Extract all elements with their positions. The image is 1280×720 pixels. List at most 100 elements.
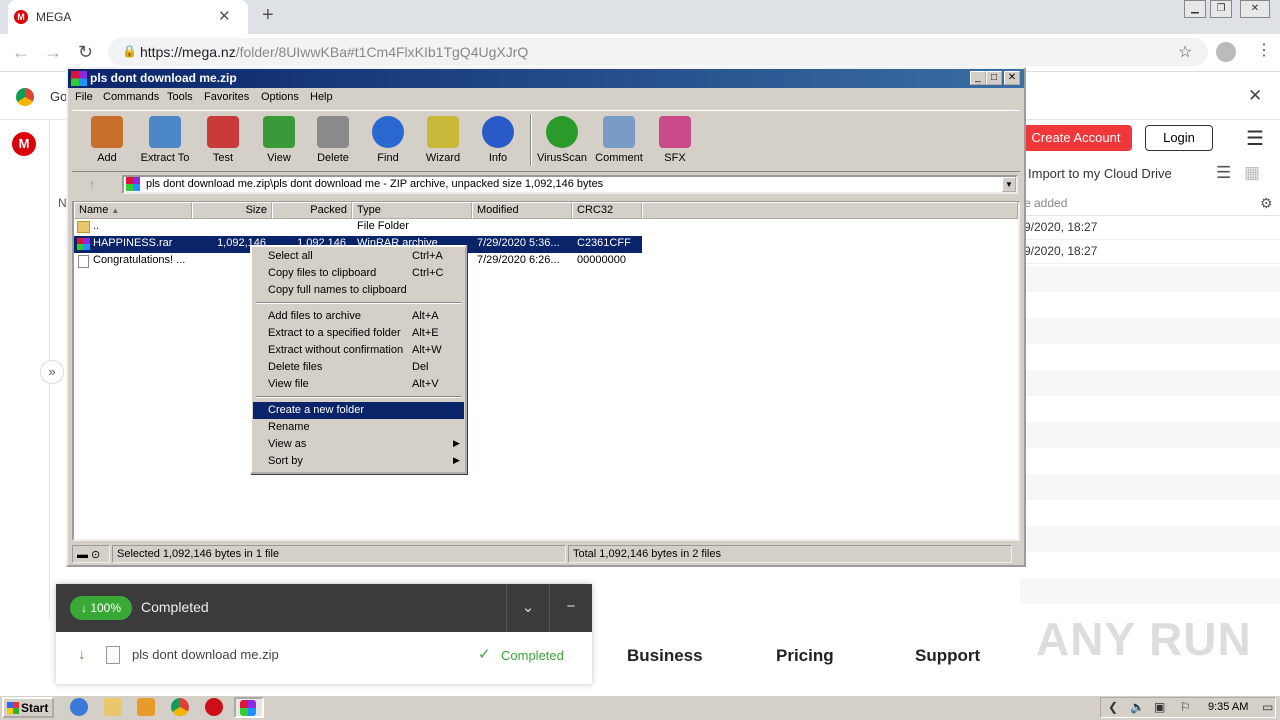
- kebab-menu-icon[interactable]: ⋮: [1256, 40, 1272, 60]
- empty-row: [1020, 526, 1280, 552]
- menu-commands[interactable]: Commands: [103, 91, 159, 103]
- winrar-icon: [240, 700, 256, 716]
- tool-wizard-button[interactable]: Wizard: [412, 112, 474, 170]
- tool-comment-button[interactable]: Comment: [588, 112, 650, 170]
- window-restore-button[interactable]: ❐: [1210, 0, 1232, 18]
- back-arrow-icon[interactable]: ←: [12, 42, 30, 63]
- mega-tab-icon: M: [14, 10, 28, 24]
- profile-avatar[interactable]: [1216, 42, 1236, 62]
- start-button[interactable]: Start: [2, 697, 54, 718]
- login-button[interactable]: Login: [1145, 125, 1213, 151]
- tool-delete-button[interactable]: Delete: [302, 112, 364, 170]
- test-checklist-icon: [207, 116, 239, 148]
- drive-icons[interactable]: ▬ ⊙: [72, 545, 110, 563]
- volume-icon[interactable]: 🔈: [1130, 700, 1145, 714]
- import-to-cloud-drive-button[interactable]: Import to my Cloud Drive: [1028, 166, 1172, 181]
- window-minimize-button[interactable]: ▁: [1184, 0, 1206, 18]
- tab-close-icon[interactable]: ✕: [218, 7, 231, 25]
- winrar-minimize-button[interactable]: _: [970, 71, 986, 85]
- menu-options[interactable]: Options: [261, 91, 299, 103]
- column-header-type[interactable]: Type: [352, 202, 472, 219]
- lock-icon[interactable]: 🔒: [122, 44, 137, 58]
- create-account-button[interactable]: Create Account: [1020, 125, 1132, 151]
- tool-info-button[interactable]: Info: [467, 112, 529, 170]
- menu-item-view-file[interactable]: View file Alt+V: [253, 376, 464, 393]
- empty-row: [1020, 474, 1280, 500]
- dropdown-arrow-icon[interactable]: ▼: [1002, 177, 1016, 192]
- network-icon[interactable]: ▣: [1154, 700, 1165, 714]
- status-selected: Selected 1,092,146 bytes in 1 file: [112, 545, 566, 563]
- menu-item-create-folder[interactable]: Create a new folder: [253, 402, 464, 419]
- menu-item-sort-by[interactable]: Sort by ▶: [253, 453, 464, 470]
- menu-item-copy-names[interactable]: Copy full names to clipboard: [253, 282, 464, 299]
- gear-icon[interactable]: ⚙: [1260, 195, 1273, 212]
- list-view-icon[interactable]: ☰: [1216, 163, 1231, 183]
- chrome-icon[interactable]: [171, 698, 189, 716]
- winrar-close-button[interactable]: ✕: [1004, 71, 1020, 85]
- footer-link-support[interactable]: Support: [915, 646, 980, 666]
- footer-link-business[interactable]: Business: [627, 646, 703, 666]
- menu-item-add-files[interactable]: Add files to archive Alt+A: [253, 308, 464, 325]
- file-crc: C2361CFF: [577, 237, 631, 249]
- flag-icon[interactable]: ⚐: [1180, 700, 1191, 714]
- menu-item-delete-files[interactable]: Delete files Del: [253, 359, 464, 376]
- clock[interactable]: 9:35 AM: [1208, 701, 1248, 713]
- column-header-name[interactable]: Name ▲: [74, 202, 192, 219]
- tab-title: MEGA: [36, 10, 72, 24]
- menu-favorites[interactable]: Favorites: [204, 91, 249, 103]
- new-tab-icon[interactable]: +: [262, 4, 274, 27]
- column-header-packed[interactable]: Packed: [272, 202, 352, 219]
- grid-view-icon[interactable]: ▦: [1244, 163, 1260, 183]
- show-desktop-icon[interactable]: ▭: [1262, 700, 1273, 714]
- reload-icon[interactable]: ↻: [78, 42, 93, 63]
- menu-item-select-all[interactable]: Select all Ctrl+A: [253, 248, 464, 265]
- column-header-crc32[interactable]: CRC32: [572, 202, 642, 219]
- column-header-modified[interactable]: Modified: [472, 202, 572, 219]
- tool-view-button[interactable]: View: [248, 112, 310, 170]
- empty-row: [1020, 266, 1280, 292]
- date-added-header[interactable]: e added: [1024, 196, 1067, 210]
- menu-item-label: Copy full names to clipboard: [268, 284, 407, 296]
- list-item[interactable]: 9/2020, 18:27: [1020, 240, 1280, 264]
- infobar-close-icon[interactable]: ✕: [1248, 86, 1262, 106]
- bookmark-star-icon[interactable]: ☆: [1178, 42, 1192, 62]
- tool-add-button[interactable]: Add: [76, 112, 138, 170]
- menu-item-rename[interactable]: Rename: [253, 419, 464, 436]
- menu-item-extract-to[interactable]: Extract to a specified folder Alt+E: [253, 325, 464, 342]
- anyrun-watermark: ANY RUN: [1036, 613, 1252, 665]
- tool-sfx-button[interactable]: SFX: [644, 112, 706, 170]
- opera-icon[interactable]: [205, 698, 223, 716]
- menu-file[interactable]: File: [75, 91, 93, 103]
- menu-item-copy-files[interactable]: Copy files to clipboard Ctrl+C: [253, 265, 464, 282]
- tool-find-button[interactable]: Find: [357, 112, 419, 170]
- footer-link-pricing[interactable]: Pricing: [776, 646, 834, 666]
- table-row[interactable]: .. File Folder: [74, 219, 642, 236]
- tool-label: Find: [377, 152, 399, 164]
- menu-help[interactable]: Help: [310, 91, 333, 103]
- sort-ascending-icon: ▲: [111, 206, 120, 215]
- menu-item-extract-without-confirmation[interactable]: Extract without confirmation Alt+W: [253, 342, 464, 359]
- folder-icon[interactable]: [104, 698, 122, 716]
- internet-explorer-icon[interactable]: [70, 698, 88, 716]
- list-item[interactable]: 9/2020, 18:27: [1020, 216, 1280, 240]
- menu-separator: [256, 396, 461, 398]
- expand-sidebar-icon[interactable]: »: [40, 360, 64, 384]
- window-close-button[interactable]: ✕: [1240, 0, 1270, 18]
- chevron-down-icon[interactable]: ⌄: [506, 584, 549, 632]
- media-player-icon[interactable]: [137, 698, 155, 716]
- tool-virusscan-button[interactable]: VirusScan: [531, 112, 593, 170]
- column-header-size[interactable]: Size: [192, 202, 272, 219]
- forward-arrow-icon[interactable]: →: [44, 42, 62, 63]
- winrar-maximize-button[interactable]: □: [986, 71, 1002, 85]
- tool-test-button[interactable]: Test: [192, 112, 254, 170]
- up-folder-icon[interactable]: ↑: [80, 176, 104, 194]
- menu-item-view-as[interactable]: View as ▶: [253, 436, 464, 453]
- tool-extract-to-button[interactable]: Extract To: [134, 112, 196, 170]
- minimize-panel-icon[interactable]: −: [549, 584, 592, 632]
- url-text[interactable]: https://mega.nz/folder/8UIwwKBa#t1Cm4Flx…: [140, 44, 528, 60]
- mega-logo[interactable]: M: [12, 132, 36, 156]
- empty-row: [1020, 318, 1280, 344]
- menu-tools[interactable]: Tools: [167, 91, 193, 103]
- chevron-left-icon[interactable]: ❮: [1108, 700, 1118, 714]
- hamburger-menu-icon[interactable]: ☰: [1246, 126, 1264, 151]
